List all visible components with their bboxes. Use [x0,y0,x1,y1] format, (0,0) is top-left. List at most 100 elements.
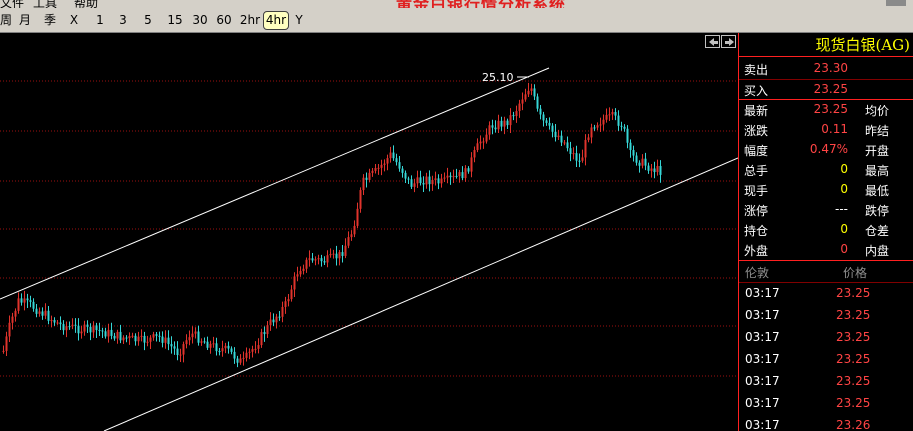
candle-body [506,120,509,126]
quote-value: --- [835,202,848,216]
candle-body [611,112,614,115]
candle-body [404,172,407,179]
quote-label: 涨跌 [744,124,769,138]
candle-body [125,337,128,339]
candle-body [206,341,209,348]
candle-body [326,255,329,263]
candle-body [11,316,14,323]
candlestick-chart[interactable]: 25.10 [0,33,738,431]
candle-body [371,170,374,173]
buy-row: 买入 23.25 [739,80,913,100]
candle-body [167,337,170,345]
candle-body [521,99,524,104]
candle-body [629,142,632,151]
candle-body [314,259,317,261]
period-button-7[interactable]: 15 [165,11,185,30]
period-button-5[interactable]: 3 [117,11,129,30]
candle-body [104,331,107,337]
scroll-right-icon[interactable] [721,35,736,48]
tick-price: 23.25 [836,330,871,344]
candle-body [80,331,83,334]
candle-body [242,357,245,359]
candle-body [650,168,653,171]
candle-body [248,351,251,353]
candle-body [422,183,425,185]
candle-body [260,332,263,346]
chart-canvas[interactable]: 25.10 [0,33,738,431]
candle-body [221,348,224,352]
candle-body [59,322,62,325]
candle-body [605,114,608,120]
candle-body [182,344,185,355]
candle-body [545,120,548,123]
quote-panel: 现货白银(AG) 卖出 23.30 买入 23.25 最新 23.25 均价 涨跌 0.… [738,33,913,431]
candle-body [593,127,596,129]
window-control[interactable] [886,0,906,6]
candle-body [239,358,242,363]
period-button-9[interactable]: 60 [214,11,234,30]
menu-tools[interactable]: 工具 [33,0,57,8]
trendline-upper [0,67,550,300]
candle-body [656,165,659,173]
quote-label: 最新 [744,104,769,118]
candle-body [29,300,32,302]
period-button-11[interactable]: 4hr [263,11,289,30]
candle-body [95,325,98,331]
candle-body [476,143,479,150]
candle-body [587,137,590,140]
quote-label: 持仓 [744,224,769,238]
period-button-0[interactable]: 周 [0,11,12,30]
period-button-10[interactable]: 2hr [239,11,261,30]
candle-body [389,152,392,159]
period-button-2[interactable]: 季 [42,11,58,30]
candle-body [458,172,461,177]
candle-body [20,298,23,303]
candle-body [92,325,95,333]
candle-body [200,341,203,343]
period-button-4[interactable]: 1 [94,11,106,30]
candle-body [245,352,248,358]
period-button-3[interactable]: X [68,11,80,30]
candle-body [317,258,320,260]
candle-body [653,168,656,173]
candle-body [224,345,227,349]
candle-body [77,325,80,334]
candle-body [335,253,338,259]
candle-body [659,165,662,175]
candle-body [218,351,221,353]
candle-body [407,178,410,180]
period-button-1[interactable]: 月 [17,11,33,30]
candle-body [635,155,638,163]
period-button-8[interactable]: 30 [190,11,210,30]
candle-body [554,131,557,138]
scroll-left-icon[interactable] [705,35,720,48]
menu-file[interactable]: 文件 [0,0,24,8]
candle-body [575,153,578,161]
quote-value: 0 [840,222,848,236]
candle-body [296,274,299,277]
candle-body [437,178,440,184]
period-button-12[interactable]: Y [293,11,305,30]
candle-body [164,337,167,343]
quote-label-secondary: 开盘 [865,144,890,158]
quote-label-secondary: 最高 [865,164,890,178]
candle-body [275,316,278,323]
candle-body [341,252,344,256]
candle-body [428,176,431,185]
candle-body [185,340,188,345]
candle-body [644,158,647,166]
trendline-lower [103,157,738,431]
candle-body [128,336,131,339]
tick-price: 23.25 [836,352,871,366]
period-button-6[interactable]: 5 [142,11,154,30]
tick-time: 03:17 [745,308,780,322]
candle-body [134,335,137,342]
candle-body [344,245,347,256]
candle-body [179,354,182,356]
menu-help[interactable]: 帮助 [74,0,98,8]
candle-body [617,115,620,126]
candle-body [524,94,527,100]
candle-body [209,343,212,348]
candle-body [350,234,353,238]
candle-body [122,337,125,341]
